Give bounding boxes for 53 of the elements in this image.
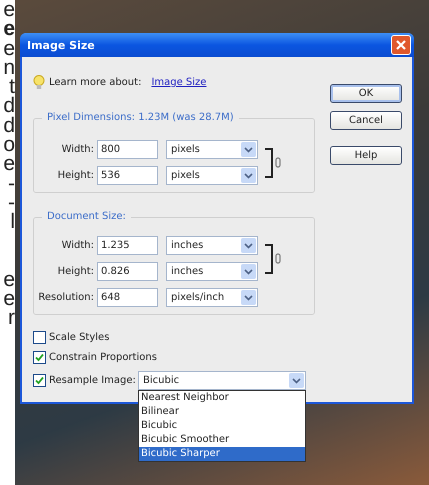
field-label: Width:: [60, 240, 94, 251]
cut-text-fragment: o: [3, 135, 15, 154]
cut-text-fragment: e: [3, 19, 15, 39]
unit-dropdown[interactable]: pixels: [166, 140, 258, 159]
window-title: Image Size: [27, 38, 95, 52]
dropdown-option[interactable]: Bicubic: [139, 419, 305, 433]
cut-text-fragment: t: [9, 77, 15, 96]
unit-dropdown[interactable]: inches: [166, 262, 258, 281]
input-field[interactable]: 800: [97, 140, 158, 159]
checkbox[interactable]: [33, 351, 46, 364]
group-legend: Document Size:: [42, 211, 131, 222]
unit-dropdown[interactable]: pixels/inch: [166, 288, 258, 307]
checkbox[interactable]: [33, 374, 46, 387]
cut-text-fragment: r: [8, 308, 15, 328]
cut-text-fragment: l: [10, 212, 15, 232]
cut-text-fragment: e: [3, 288, 15, 308]
checkbox-label: Resample Image:: [49, 375, 135, 386]
dialog-button[interactable]: Help: [330, 146, 402, 165]
unit-dropdown[interactable]: pixels: [166, 166, 258, 185]
checkbox-label: Constrain Proportions: [49, 352, 157, 363]
input-field[interactable]: 536: [97, 166, 158, 185]
close-button[interactable]: [391, 35, 411, 55]
help-link[interactable]: Image Size: [151, 77, 206, 88]
field-label: Resolution:: [38, 292, 94, 303]
field-label: Height:: [56, 266, 94, 277]
input-field[interactable]: 1.235: [97, 236, 158, 255]
cut-text-fragment: -: [8, 174, 15, 193]
dialog-button[interactable]: OK: [330, 84, 402, 103]
dropdown-option[interactable]: Bicubic Sharper: [139, 447, 305, 461]
cut-text-fragment: e: [3, 0, 15, 20]
field-label: Height:: [56, 170, 94, 181]
close-icon: [396, 40, 406, 50]
unit-dropdown[interactable]: inches: [166, 236, 258, 255]
cut-text-fragment: n: [3, 58, 15, 78]
field-label: Width:: [60, 144, 94, 155]
cut-text-fragment: d: [3, 116, 15, 136]
lightbulb-icon: [33, 75, 45, 90]
cut-text-fragment: e: [3, 38, 15, 58]
dropdown-option[interactable]: Bilinear: [139, 405, 305, 419]
cut-text-fragment: d: [3, 96, 15, 116]
cut-text-fragment: -: [8, 192, 15, 212]
input-field[interactable]: 648: [97, 288, 158, 307]
learn-more-label: Learn more about:: [49, 77, 142, 88]
input-field[interactable]: 0.826: [97, 262, 158, 281]
checkbox-label: Scale Styles: [49, 332, 110, 343]
dialog-button[interactable]: Cancel: [330, 111, 402, 130]
cut-text-fragment: e: [3, 154, 15, 174]
checkbox[interactable]: [33, 331, 46, 344]
cut-text-fragment: e: [3, 270, 15, 289]
dropdown-option[interactable]: Nearest Neighbor: [139, 391, 305, 405]
resample-dropdown[interactable]: Bicubic: [138, 371, 306, 390]
group-legend: Pixel Dimensions: 1.23M (was 28.7M): [42, 112, 239, 123]
dropdown-option[interactable]: Bicubic Smoother: [139, 433, 305, 447]
